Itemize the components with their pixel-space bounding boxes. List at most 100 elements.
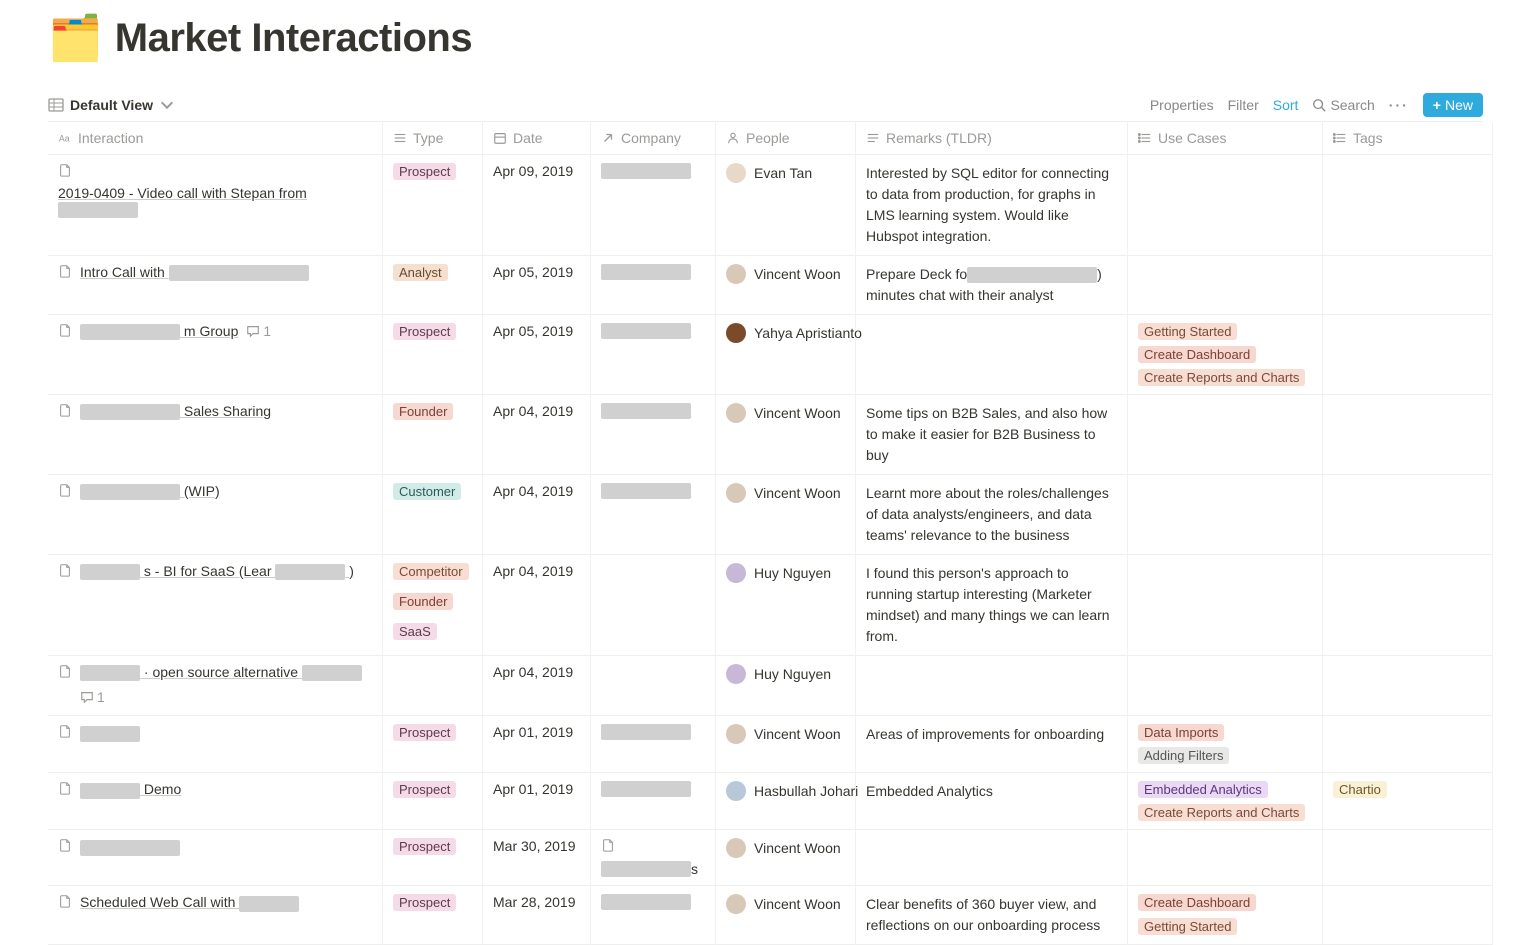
type-cell[interactable]: Prospect bbox=[383, 886, 483, 945]
remarks-cell[interactable] bbox=[856, 315, 1128, 395]
type-cell[interactable]: CompetitorFounderSaaS bbox=[383, 555, 483, 656]
company-cell[interactable] bbox=[591, 315, 716, 395]
people-cell[interactable]: Huy Nguyen bbox=[716, 656, 856, 716]
people-cell[interactable]: Vincent Woon bbox=[716, 475, 856, 555]
people-cell[interactable]: Vincent Woon bbox=[716, 830, 856, 886]
column-header-remarks[interactable]: Remarks (TLDR) bbox=[856, 122, 1128, 155]
people-cell[interactable]: Vincent Woon bbox=[716, 716, 856, 773]
new-button[interactable]: + New bbox=[1423, 93, 1483, 117]
tags-cell[interactable] bbox=[1323, 555, 1493, 656]
tags-cell[interactable] bbox=[1323, 395, 1493, 475]
date-cell[interactable]: Mar 30, 2019 bbox=[483, 830, 591, 886]
people-cell[interactable]: Vincent Woon bbox=[716, 256, 856, 315]
tags-cell[interactable] bbox=[1323, 830, 1493, 886]
table-row-title[interactable] bbox=[48, 830, 383, 886]
filter-button[interactable]: Filter bbox=[1228, 97, 1259, 113]
column-header-type[interactable]: Type bbox=[383, 122, 483, 155]
column-header-people[interactable]: People bbox=[716, 122, 856, 155]
people-cell[interactable]: Huy Nguyen bbox=[716, 555, 856, 656]
type-cell[interactable]: Prospect bbox=[383, 773, 483, 830]
remarks-cell[interactable]: Learnt more about the roles/challenges o… bbox=[856, 475, 1128, 555]
table-row-title[interactable]: Intro Call with bbox=[48, 256, 383, 315]
tags-cell[interactable] bbox=[1323, 256, 1493, 315]
company-cell[interactable] bbox=[591, 475, 716, 555]
tags-cell[interactable] bbox=[1323, 886, 1493, 945]
use-cases-cell[interactable] bbox=[1128, 656, 1323, 716]
date-cell[interactable]: Apr 04, 2019 bbox=[483, 475, 591, 555]
tags-cell[interactable]: Chartio bbox=[1323, 773, 1493, 830]
use-cases-cell[interactable] bbox=[1128, 256, 1323, 315]
comment-badge[interactable]: 1 bbox=[80, 689, 105, 705]
remarks-cell[interactable] bbox=[856, 830, 1128, 886]
tags-cell[interactable] bbox=[1323, 475, 1493, 555]
date-cell[interactable]: Apr 05, 2019 bbox=[483, 315, 591, 395]
use-cases-cell[interactable] bbox=[1128, 555, 1323, 656]
table-row-title[interactable]: s - BI for SaaS (Lear ) bbox=[48, 555, 383, 656]
remarks-cell[interactable] bbox=[856, 656, 1128, 716]
type-cell[interactable]: Founder bbox=[383, 395, 483, 475]
properties-button[interactable]: Properties bbox=[1150, 97, 1214, 113]
table-row-title[interactable]: Sales Sharing bbox=[48, 395, 383, 475]
company-cell[interactable] bbox=[591, 773, 716, 830]
remarks-cell[interactable]: Clear benefits of 360 buyer view, and re… bbox=[856, 886, 1128, 945]
date-cell[interactable]: Apr 05, 2019 bbox=[483, 256, 591, 315]
more-button[interactable]: ··· bbox=[1389, 97, 1409, 113]
remarks-cell[interactable]: Areas of improvements for onboarding bbox=[856, 716, 1128, 773]
use-cases-cell[interactable]: Getting StartedCreate DashboardCreate Re… bbox=[1128, 315, 1323, 395]
use-cases-cell[interactable]: Embedded AnalyticsCreate Reports and Cha… bbox=[1128, 773, 1323, 830]
column-header-date[interactable]: Date bbox=[483, 122, 591, 155]
use-cases-cell[interactable]: Create DashboardGetting Started bbox=[1128, 886, 1323, 945]
remarks-cell[interactable]: Embedded Analytics bbox=[856, 773, 1128, 830]
company-cell[interactable]: s bbox=[591, 830, 716, 886]
date-cell[interactable]: Apr 09, 2019 bbox=[483, 155, 591, 256]
type-cell[interactable]: Prospect bbox=[383, 716, 483, 773]
column-header-tags[interactable]: Tags bbox=[1323, 122, 1493, 155]
company-cell[interactable] bbox=[591, 395, 716, 475]
remarks-cell[interactable]: Some tips on B2B Sales, and also how to … bbox=[856, 395, 1128, 475]
people-cell[interactable]: Hasbullah Johari bbox=[716, 773, 856, 830]
remarks-cell[interactable]: I found this person's approach to runnin… bbox=[856, 555, 1128, 656]
tags-cell[interactable] bbox=[1323, 656, 1493, 716]
company-cell[interactable] bbox=[591, 155, 716, 256]
sort-button[interactable]: Sort bbox=[1273, 97, 1299, 113]
type-cell[interactable]: Analyst bbox=[383, 256, 483, 315]
date-cell[interactable]: Apr 01, 2019 bbox=[483, 716, 591, 773]
column-header-use_cases[interactable]: Use Cases bbox=[1128, 122, 1323, 155]
date-cell[interactable]: Apr 04, 2019 bbox=[483, 555, 591, 656]
type-cell[interactable] bbox=[383, 656, 483, 716]
people-cell[interactable]: Evan Tan bbox=[716, 155, 856, 256]
type-cell[interactable]: Prospect bbox=[383, 155, 483, 256]
type-cell[interactable]: Customer bbox=[383, 475, 483, 555]
date-cell[interactable]: Mar 28, 2019 bbox=[483, 886, 591, 945]
view-selector[interactable]: Default View bbox=[48, 97, 175, 113]
use-cases-cell[interactable] bbox=[1128, 395, 1323, 475]
table-row-title[interactable]: (WIP) bbox=[48, 475, 383, 555]
search-button[interactable]: Search bbox=[1312, 97, 1374, 113]
table-row-title[interactable]: · open source alternative 1 bbox=[48, 656, 383, 716]
company-cell[interactable] bbox=[591, 656, 716, 716]
company-cell[interactable] bbox=[591, 555, 716, 656]
use-cases-cell[interactable] bbox=[1128, 830, 1323, 886]
tags-cell[interactable] bbox=[1323, 716, 1493, 773]
people-cell[interactable]: Yahya Apristianto bbox=[716, 315, 856, 395]
table-row-title[interactable]: m Group 1 bbox=[48, 315, 383, 395]
table-row-title[interactable]: Scheduled Web Call with bbox=[48, 886, 383, 945]
table-row-title[interactable]: 2019-0409 - Video call with Stepan from bbox=[48, 155, 383, 256]
date-cell[interactable]: Apr 01, 2019 bbox=[483, 773, 591, 830]
remarks-cell[interactable]: Interested by SQL editor for connecting … bbox=[856, 155, 1128, 256]
people-cell[interactable]: Vincent Woon bbox=[716, 886, 856, 945]
use-cases-cell[interactable] bbox=[1128, 475, 1323, 555]
comment-badge[interactable]: 1 bbox=[246, 323, 271, 339]
use-cases-cell[interactable]: Data ImportsAdding Filters bbox=[1128, 716, 1323, 773]
tags-cell[interactable] bbox=[1323, 315, 1493, 395]
company-cell[interactable] bbox=[591, 716, 716, 773]
table-row-title[interactable] bbox=[48, 716, 383, 773]
date-cell[interactable]: Apr 04, 2019 bbox=[483, 656, 591, 716]
column-header-company[interactable]: Company bbox=[591, 122, 716, 155]
column-header-interaction[interactable]: AaInteraction bbox=[48, 122, 383, 155]
type-cell[interactable]: Prospect bbox=[383, 830, 483, 886]
tags-cell[interactable] bbox=[1323, 155, 1493, 256]
use-cases-cell[interactable] bbox=[1128, 155, 1323, 256]
remarks-cell[interactable]: Prepare Deck fo) minutes chat with their… bbox=[856, 256, 1128, 315]
company-cell[interactable] bbox=[591, 256, 716, 315]
